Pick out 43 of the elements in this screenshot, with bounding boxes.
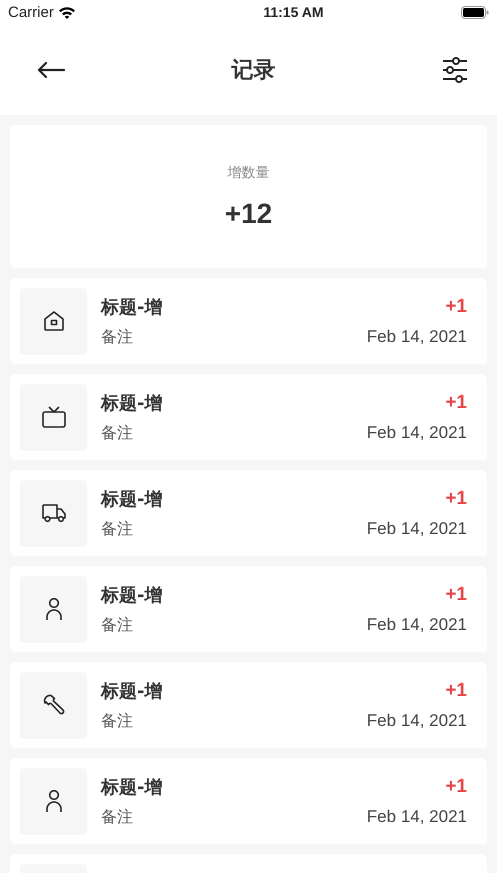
status-time: 11:15 AM [263, 4, 324, 20]
record-date: Feb 14, 2021 [366, 807, 467, 827]
record-date: Feb 14, 2021 [366, 711, 467, 731]
carrier-name: Carrier [8, 4, 54, 20]
record-date: Feb 14, 2021 [366, 615, 467, 635]
record-title: 标题-增 [101, 488, 162, 510]
record-date: Feb 14, 2021 [366, 423, 467, 443]
record-amount: +1 [445, 392, 467, 414]
record-note: 备注 [101, 614, 133, 636]
record-card[interactable]: 标题-增 +1 备注 Feb 14, 2021 [10, 758, 487, 844]
summary-label: 增数量 [228, 164, 270, 182]
tv-icon [40, 405, 66, 429]
record-note: 备注 [101, 710, 133, 732]
record-title: 标题-增 [101, 392, 162, 414]
record-title: 标题-增 [101, 776, 162, 798]
record-amount: +1 [445, 296, 467, 318]
page-title: 记录 [232, 56, 276, 84]
battery-icon [461, 6, 489, 18]
record-card[interactable]: 标题-增 +1 备注 Feb 14, 2021 [10, 374, 487, 460]
person-icon [44, 789, 64, 813]
record-note: 备注 [101, 518, 133, 540]
record-title: 标题-增 [101, 584, 162, 606]
record-note: 备注 [101, 422, 133, 444]
wrench-icon [42, 693, 66, 717]
record-title: 标题-增 [101, 680, 162, 702]
record-card[interactable]: 标题-增 +1 备注 Feb 14, 2021 [10, 470, 487, 556]
record-note: 备注 [101, 806, 133, 828]
record-card[interactable]: 标题-增 +1 备注 Feb 14, 2021 [10, 566, 487, 652]
house-icon [42, 309, 66, 333]
record-date: Feb 14, 2021 [366, 327, 467, 347]
record-card[interactable]: 标题-增 +1 备注 Feb 14, 2021 [10, 662, 487, 748]
person-icon [44, 597, 64, 621]
record-card[interactable]: 标题-增 +1 备注 Feb 14, 2021 [10, 278, 487, 364]
record-amount: +1 [445, 680, 467, 702]
record-title: 标题-增 [101, 296, 162, 318]
wifi-icon [58, 6, 76, 18]
summary-value: +12 [224, 198, 272, 230]
record-amount: +1 [445, 488, 467, 510]
truck-icon [40, 502, 66, 524]
record-amount: +1 [445, 584, 467, 606]
record-amount: +1 [445, 776, 467, 798]
record-note: 备注 [101, 326, 133, 348]
record-date: Feb 14, 2021 [366, 519, 467, 539]
